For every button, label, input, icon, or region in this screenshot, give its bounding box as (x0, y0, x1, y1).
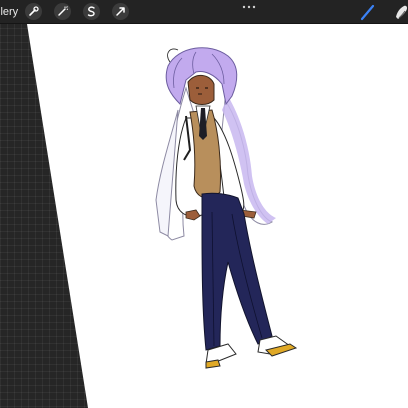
adjustments-button[interactable] (54, 3, 71, 20)
canvas[interactable] (0, 0, 408, 408)
smudge-icon (396, 5, 408, 19)
ellipsis-icon (242, 5, 256, 9)
magic-wand-icon (58, 6, 68, 16)
wrench-icon (29, 6, 39, 16)
brush-tool-button[interactable] (357, 0, 379, 24)
brush-icon (360, 4, 375, 21)
transform-button[interactable] (112, 3, 129, 20)
selection-icon (87, 6, 95, 17)
top-toolbar: llery (0, 0, 408, 24)
head (187, 75, 215, 105)
move-arrow-icon (116, 7, 125, 16)
actions-button[interactable] (25, 3, 42, 20)
smudge-tool-button[interactable] (393, 0, 408, 24)
selection-button[interactable] (83, 3, 100, 20)
gallery-button[interactable]: llery (0, 5, 18, 19)
more-menu-button[interactable] (238, 0, 260, 12)
